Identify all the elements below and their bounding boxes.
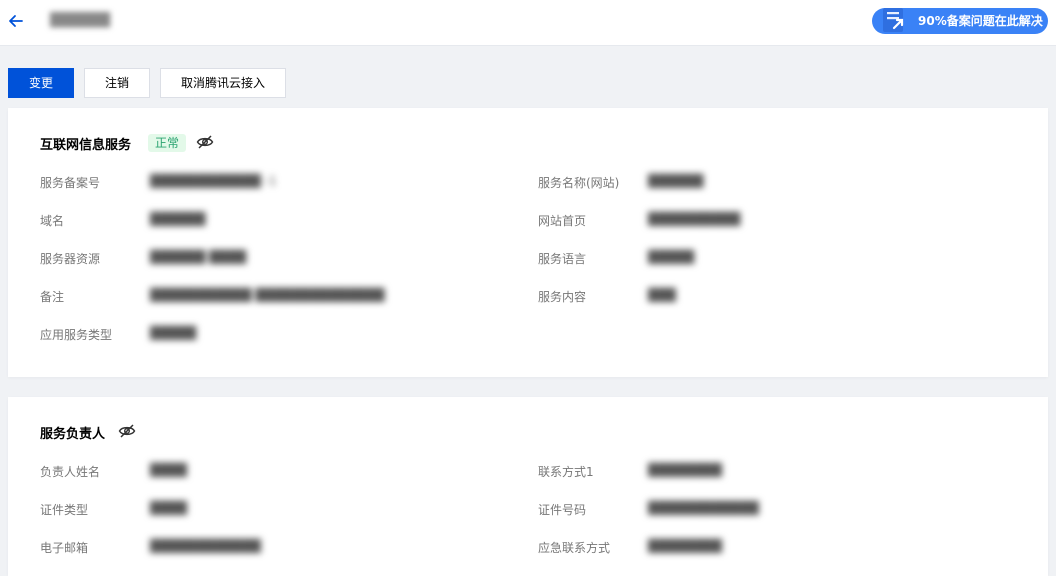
field-value: █████ — [648, 250, 695, 264]
field-label: 证件类型 — [40, 503, 89, 517]
field-label: 电子邮箱 — [40, 541, 89, 555]
field-label: 服务备案号 — [40, 176, 101, 190]
field-label: 联系方式1 — [538, 465, 594, 479]
top-bar: ██████ 90%备案问题在此解决 — [0, 0, 1056, 46]
field-value: ██████ ████ — [150, 250, 247, 264]
field-value: ██████ — [648, 174, 704, 188]
page-title: ██████ — [50, 13, 110, 28]
help-badge-button[interactable]: 90%备案问题在此解决 — [872, 8, 1048, 34]
field-value: ████████████ -1 — [150, 174, 277, 188]
field-value: ███ — [648, 288, 676, 302]
field-label: 服务内容 — [538, 290, 587, 304]
field-value: ████ — [150, 501, 187, 515]
field-value: ████████ — [648, 539, 722, 553]
service-card-title: 互联网信息服务 — [40, 138, 132, 153]
field-value: █████ — [150, 326, 197, 340]
owner-card-title: 服务负责人 — [40, 427, 106, 442]
field-value: ████████████ — [648, 501, 759, 515]
field-label: 网站首页 — [538, 214, 587, 228]
field-label: 应急联系方式 — [538, 541, 611, 555]
cancel-record-button[interactable]: 注销 — [84, 68, 150, 98]
arrow-left-icon[interactable] — [8, 12, 24, 30]
field-label: 服务语言 — [538, 252, 587, 266]
change-button[interactable]: 变更 — [8, 68, 74, 98]
eye-off-icon[interactable] — [118, 423, 136, 439]
help-badge-label: 90%备案问题在此解决 — [918, 14, 1043, 28]
field-label: 证件号码 — [538, 503, 587, 517]
field-value: ████ — [150, 463, 187, 477]
field-value: ███████████ ██████████████ — [150, 288, 385, 302]
cancel-access-button[interactable]: 取消腾讯云接入 — [160, 68, 286, 98]
field-value: ████████████ — [150, 539, 261, 553]
field-label: 备注 — [40, 290, 65, 304]
service-info-card: 互联网信息服务 正常 服务备案号 ████████████ -1 服务名称(网站… — [8, 108, 1048, 377]
field-value: ████████ — [648, 463, 722, 477]
field-value: ██████ — [150, 212, 206, 226]
eye-off-icon[interactable] — [196, 134, 214, 150]
field-label: 应用服务类型 — [40, 328, 113, 342]
document-icon — [883, 8, 904, 32]
field-value: ██████████ — [648, 212, 741, 226]
field-label: 域名 — [40, 214, 65, 228]
owner-info-card: 服务负责人 负责人姓名 ████ 联系方式1 ████████ 证件类型 ███… — [8, 397, 1048, 576]
field-label: 服务器资源 — [40, 252, 101, 266]
field-label: 服务名称(网站) — [538, 176, 620, 190]
field-label: 负责人姓名 — [40, 465, 101, 479]
status-badge: 正常 — [148, 134, 187, 152]
